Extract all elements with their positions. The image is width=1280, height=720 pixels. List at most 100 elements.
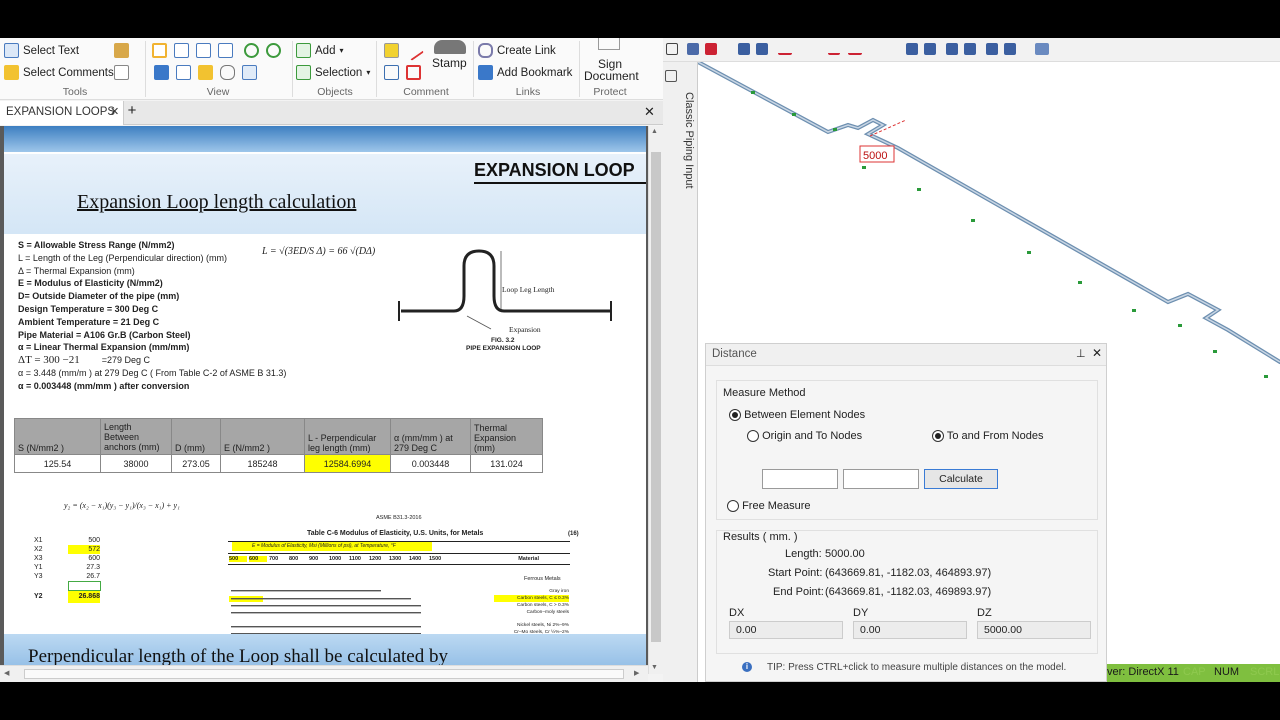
scroll-right-icon[interactable]: ▶ (634, 669, 639, 677)
tip-text: TIP: Press CTRL+click to measure multipl… (767, 662, 1067, 673)
comment-group-label: Comment (403, 86, 449, 98)
typewriter-icon[interactable] (384, 43, 399, 58)
selection-button[interactable]: Selection ▾ (296, 65, 370, 80)
close-document-icon[interactable]: ✕ (644, 104, 655, 120)
between-nodes-radio[interactable]: Between Element Nodes (729, 409, 865, 422)
view-front-icon[interactable] (906, 43, 918, 55)
calculate-button[interactable]: Calculate (924, 469, 998, 489)
page-copy-icon[interactable] (114, 65, 129, 80)
dz-value: 5000.00 (977, 621, 1091, 639)
scroll-up-icon[interactable]: ▲ (651, 128, 658, 135)
sign-icon (598, 38, 620, 50)
asme-material: Gray iron (549, 589, 569, 594)
actual-size-icon[interactable] (218, 43, 233, 58)
asme-temp: 700 (269, 556, 279, 562)
divider (292, 41, 293, 97)
radio-unchecked-icon (747, 430, 759, 443)
comments-panel-icon[interactable] (198, 65, 213, 80)
info-icon: i (742, 662, 752, 672)
asme-material: Carbon steels, C > 0.3% (516, 603, 569, 608)
scroll-thumb[interactable] (24, 669, 624, 679)
new-tab-icon[interactable]: + (124, 102, 140, 124)
view-right-icon[interactable] (1004, 43, 1016, 55)
add-bookmark-button[interactable]: Add Bookmark (478, 65, 572, 80)
displacement-icon[interactable] (848, 43, 862, 55)
interp-formula: y₂ = (x₂ − x₁)(y₃ − y₁)/(x₃ − x₁) + y₁ (64, 501, 180, 510)
sign-document-button[interactable]: Sign Document (584, 38, 639, 84)
scroll-left-icon[interactable]: ◀ (4, 669, 9, 677)
horizontal-scrollbar[interactable]: ◀ ▶ (0, 665, 648, 682)
select-comments-button[interactable]: Select Comments (4, 65, 114, 80)
text-box-icon[interactable] (384, 65, 399, 80)
thumbnails-icon[interactable] (176, 65, 191, 80)
view-top-icon[interactable] (946, 43, 958, 55)
dy-value: 0.00 (853, 621, 967, 639)
view-back-icon[interactable] (924, 43, 936, 55)
close-icon[interactable]: ✕ (1092, 346, 1102, 360)
add-button[interactable]: Add ▾ (296, 43, 343, 58)
table-cell: 185248 (220, 454, 305, 473)
scrl-status: SCRL (1250, 666, 1280, 678)
fill-icon[interactable] (756, 43, 768, 55)
view-bottom-icon[interactable] (964, 43, 976, 55)
list-icon[interactable] (665, 70, 677, 82)
to-node-field[interactable] (843, 469, 919, 489)
radio-checked-icon (729, 409, 741, 422)
view-cube-icon[interactable] (687, 43, 699, 55)
interp-key: X2 (34, 546, 43, 553)
classic-piping-input-tab[interactable]: Classic Piping Input (681, 92, 695, 222)
fit-page-icon[interactable] (174, 43, 189, 58)
table-cell-highlight: 12584.6994 (304, 454, 391, 473)
asme-code: ASME B31.3-2016 (376, 515, 422, 521)
create-link-button[interactable]: Create Link (478, 43, 556, 58)
restraint-icon[interactable] (828, 43, 840, 55)
attachment-icon[interactable] (220, 65, 235, 80)
table-row: 125.54 38000 273.05 185248 12584.6994 0.… (14, 454, 543, 473)
iso-view-icon[interactable] (1035, 43, 1049, 55)
tab-expansion-loops[interactable]: EXPANSION LOOPS ✕ (0, 101, 124, 125)
measure-method-label: Measure Method (723, 387, 806, 399)
fit-width-icon[interactable] (196, 43, 211, 58)
line-tool-icon[interactable] (403, 40, 424, 61)
view-left-icon[interactable] (986, 43, 998, 55)
interp-key: X1 (34, 537, 43, 544)
view-icons (150, 41, 290, 83)
single-page-icon[interactable] (152, 43, 167, 58)
bookmark-icon[interactable] (154, 65, 169, 80)
selection-arrow-icon (296, 65, 311, 80)
from-node-field[interactable] (762, 469, 838, 489)
rectangle-tool-icon[interactable] (406, 65, 421, 80)
scroll-thumb[interactable] (651, 152, 661, 642)
interp-key: Y3 (34, 573, 43, 580)
document-tab-bar: EXPANSION LOOPS ✕ + ✕ (0, 101, 663, 125)
free-measure-radio[interactable]: Free Measure (727, 500, 811, 513)
tools-group-label: Tools (62, 86, 88, 98)
num-status: NUM (1214, 666, 1240, 678)
radio-checked-icon (932, 430, 944, 443)
paint-icon[interactable] (738, 43, 750, 55)
origin-to-radio[interactable]: Origin and To Nodes (747, 430, 862, 443)
scroll-down-icon[interactable]: ▼ (651, 664, 658, 671)
delta-t-result: =279 Deg C (101, 355, 151, 366)
layers-icon[interactable] (242, 65, 257, 80)
to-from-radio[interactable]: To and From Nodes (932, 430, 1043, 443)
pipe-color-icon[interactable] (705, 43, 717, 55)
tab-close-icon[interactable]: ✕ (110, 105, 119, 118)
results-label: Results ( mm. ) (723, 531, 798, 543)
axis-icon[interactable] (778, 43, 792, 55)
interp-key: X3 (34, 555, 43, 562)
measure-method-group: Measure Method Between Element Nodes Ori… (716, 380, 1098, 520)
asme-material: Nickel steels, Ni 2%–9% (517, 623, 569, 628)
formula: L = √(3ED/S Δ) = 66 √(DΔ) (262, 246, 376, 257)
clipboard-icon[interactable] (114, 43, 129, 58)
rotate-left-icon[interactable] (244, 43, 259, 58)
grid-icon[interactable] (666, 43, 678, 55)
interp-val: 500 (88, 537, 100, 544)
start-point-label: Start Point: (768, 567, 823, 579)
rotate-right-icon[interactable] (266, 43, 281, 58)
select-text-button[interactable]: Select Text (4, 43, 79, 58)
vertical-scrollbar[interactable]: ▲ ▼ (648, 126, 663, 674)
pin-icon[interactable]: ⊥ (1076, 347, 1086, 360)
divider (473, 41, 474, 97)
asme-rule (228, 564, 570, 565)
